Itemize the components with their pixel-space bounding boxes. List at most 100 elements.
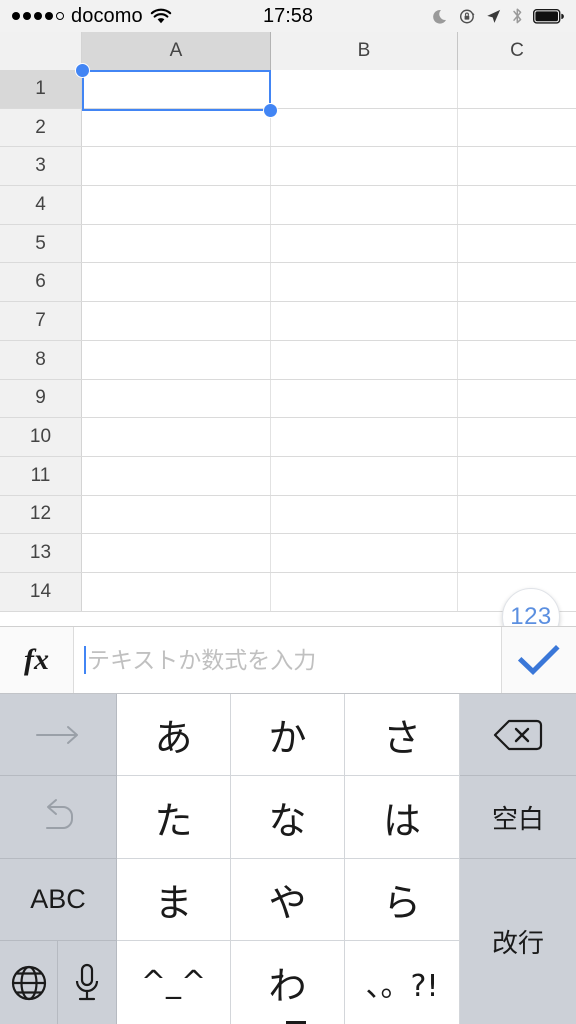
row-header-7[interactable]: 7 bbox=[0, 302, 82, 340]
location-arrow-icon bbox=[485, 8, 502, 25]
abc-key[interactable]: ABC bbox=[0, 859, 117, 941]
backspace-key[interactable] bbox=[460, 694, 576, 776]
cell-A12[interactable] bbox=[82, 495, 271, 534]
cell-C6[interactable] bbox=[458, 263, 576, 302]
key-na[interactable]: な bbox=[231, 776, 345, 859]
grid-rows[interactable]: 1 2 3 4 5 6 7 8 9 10 11 12 13 14 bbox=[0, 70, 576, 626]
cell-A13[interactable] bbox=[82, 534, 271, 572]
cell-B10[interactable] bbox=[271, 418, 458, 456]
column-header-c[interactable]: C bbox=[458, 32, 576, 70]
cell-C8[interactable] bbox=[458, 340, 576, 379]
cell-A1[interactable] bbox=[82, 70, 271, 108]
row-header-14[interactable]: 14 bbox=[0, 572, 82, 611]
cell-A9[interactable] bbox=[82, 379, 271, 418]
grid-row: 14 bbox=[0, 572, 576, 612]
accept-entry-button[interactable] bbox=[502, 627, 576, 693]
row-header-8[interactable]: 8 bbox=[0, 340, 82, 379]
microphone-key[interactable] bbox=[58, 941, 117, 1024]
spreadsheet-grid[interactable]: A B C 1 2 3 4 5 6 7 8 9 10 11 12 13 14 123 bbox=[0, 32, 576, 626]
key-ya[interactable]: や bbox=[231, 859, 345, 941]
key-ha[interactable]: は bbox=[345, 776, 460, 859]
select-all-corner[interactable] bbox=[0, 32, 82, 70]
cell-B11[interactable] bbox=[271, 456, 458, 495]
row-header-2[interactable]: 2 bbox=[0, 108, 82, 147]
space-key[interactable]: 空白 bbox=[460, 776, 576, 859]
cell-B1[interactable] bbox=[271, 70, 458, 108]
cell-A10[interactable] bbox=[82, 418, 271, 456]
cell-C7[interactable] bbox=[458, 302, 576, 340]
row-header-13[interactable]: 13 bbox=[0, 534, 82, 572]
cell-B12[interactable] bbox=[271, 495, 458, 534]
rotation-lock-icon bbox=[459, 8, 476, 25]
cell-B8[interactable] bbox=[271, 340, 458, 379]
row-header-10[interactable]: 10 bbox=[0, 418, 82, 456]
cell-A14[interactable] bbox=[82, 572, 271, 611]
cell-B5[interactable] bbox=[271, 224, 458, 263]
return-key[interactable]: 改行 bbox=[460, 859, 576, 1024]
row-header-9[interactable]: 9 bbox=[0, 379, 82, 418]
cell-B3[interactable] bbox=[271, 147, 458, 186]
globe-key[interactable] bbox=[0, 941, 58, 1024]
cell-A11[interactable] bbox=[82, 456, 271, 495]
cell-A7[interactable] bbox=[82, 302, 271, 340]
cell-C2[interactable] bbox=[458, 108, 576, 147]
cell-B14[interactable] bbox=[271, 572, 458, 611]
formula-input-wrapper[interactable] bbox=[73, 627, 502, 693]
cell-B9[interactable] bbox=[271, 379, 458, 418]
row-header-12[interactable]: 12 bbox=[0, 495, 82, 534]
key-emoticon[interactable]: ^_^ bbox=[117, 941, 231, 1024]
row-header-3[interactable]: 3 bbox=[0, 147, 82, 186]
cell-A8[interactable] bbox=[82, 340, 271, 379]
cell-A4[interactable] bbox=[82, 186, 271, 224]
key-ma[interactable]: ま bbox=[117, 859, 231, 941]
key-ka[interactable]: か bbox=[231, 694, 345, 776]
key-punctuation[interactable]: 、。?! bbox=[345, 941, 460, 1024]
cell-C10[interactable] bbox=[458, 418, 576, 456]
grid-row: 5 bbox=[0, 224, 576, 264]
cell-A2[interactable] bbox=[82, 108, 271, 147]
row-header-6[interactable]: 6 bbox=[0, 263, 82, 302]
row-header-1[interactable]: 1 bbox=[0, 70, 82, 108]
cell-C1[interactable] bbox=[458, 70, 576, 108]
cell-C4[interactable] bbox=[458, 186, 576, 224]
function-button[interactable]: fx bbox=[0, 627, 73, 693]
cell-B4[interactable] bbox=[271, 186, 458, 224]
row-header-4[interactable]: 4 bbox=[0, 186, 82, 224]
cell-B7[interactable] bbox=[271, 302, 458, 340]
row-header-5[interactable]: 5 bbox=[0, 224, 82, 263]
key-ta[interactable]: た bbox=[117, 776, 231, 859]
status-bar-left: docomo bbox=[12, 5, 172, 28]
cell-A3[interactable] bbox=[82, 147, 271, 186]
formula-input[interactable] bbox=[87, 627, 495, 693]
key-a[interactable]: あ bbox=[117, 694, 231, 776]
keyboard-grid: あ か さ た な は 空白 ABC ま や ら 改行 ^_^ わ 、。?! bbox=[0, 694, 576, 1024]
globe-icon bbox=[11, 965, 46, 1000]
undo-arrow-icon bbox=[46, 799, 73, 829]
cell-A6[interactable] bbox=[82, 263, 271, 302]
cell-A5[interactable] bbox=[82, 224, 271, 263]
key-sa[interactable]: さ bbox=[345, 694, 460, 776]
row-header-11[interactable]: 11 bbox=[0, 456, 82, 495]
key-wa[interactable]: わ bbox=[231, 941, 345, 1024]
grid-row: 6 bbox=[0, 263, 576, 303]
cell-C11[interactable] bbox=[458, 456, 576, 495]
cell-C13[interactable] bbox=[458, 534, 576, 572]
cell-C3[interactable] bbox=[458, 147, 576, 186]
cell-C5[interactable] bbox=[458, 224, 576, 263]
cell-B2[interactable] bbox=[271, 108, 458, 147]
cell-B6[interactable] bbox=[271, 263, 458, 302]
cursor-right-key[interactable] bbox=[0, 694, 117, 776]
grid-row: 12 bbox=[0, 495, 576, 535]
cell-C9[interactable] bbox=[458, 379, 576, 418]
cell-C12[interactable] bbox=[458, 495, 576, 534]
microphone-icon bbox=[75, 963, 99, 1000]
grid-row: 8 bbox=[0, 340, 576, 380]
cell-B13[interactable] bbox=[271, 534, 458, 572]
software-keyboard[interactable]: あ か さ た な は 空白 ABC ま や ら 改行 ^_^ わ 、。?! bbox=[0, 694, 576, 1024]
number-keyboard-fab-label: 123 bbox=[510, 603, 552, 626]
key-ra[interactable]: ら bbox=[345, 859, 460, 941]
undo-key[interactable] bbox=[0, 776, 117, 859]
clock-label: 17:58 bbox=[262, 4, 314, 27]
column-header-b[interactable]: B bbox=[271, 32, 458, 70]
column-header-a[interactable]: A bbox=[82, 32, 271, 70]
